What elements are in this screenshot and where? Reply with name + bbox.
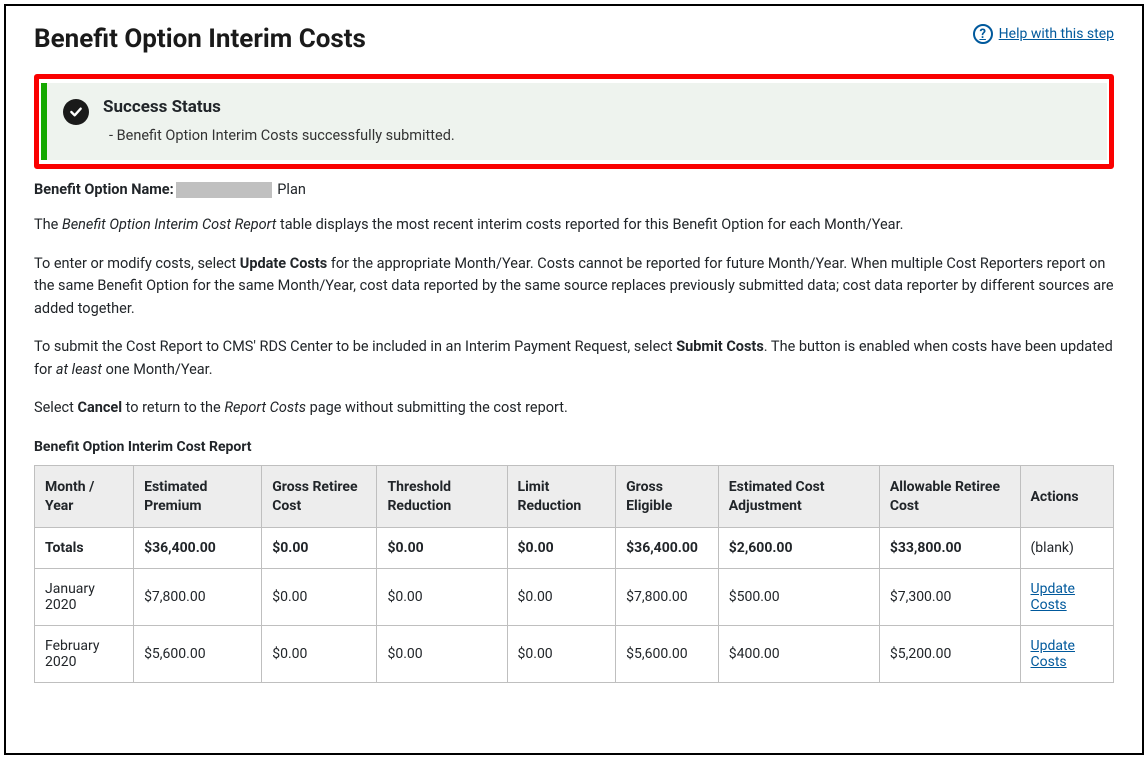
paragraph-3: To submit the Cost Report to CMS' RDS Ce…: [34, 336, 1114, 381]
table-caption: Benefit Option Interim Cost Report: [34, 439, 1114, 455]
cell-threshold: $0.00: [377, 568, 507, 625]
col-actions: Actions: [1020, 466, 1113, 527]
cell-threshold: $0.00: [377, 625, 507, 682]
cell-totals-actions: (blank): [1020, 527, 1113, 568]
col-threshold-reduction: Threshold Reduction: [377, 466, 507, 527]
table-row: February 2020 $5,600.00 $0.00 $0.00 $0.0…: [35, 625, 1114, 682]
cell-allowable: $5,200.00: [879, 625, 1020, 682]
benefit-option-suffix: Plan: [274, 181, 306, 198]
alert-title: Success Status: [103, 97, 1091, 117]
cell-totals-gross-retiree: $0.00: [262, 527, 377, 568]
cell-totals-est-cost-adj: $2,600.00: [718, 527, 879, 568]
col-month-year: Month / Year: [35, 466, 134, 527]
cell-totals-allowable: $33,800.00: [879, 527, 1020, 568]
cell-totals-limit: $0.00: [507, 527, 616, 568]
cell-gross-eligible: $7,800.00: [616, 568, 719, 625]
header-row: Benefit Option Interim Costs ? Help with…: [34, 24, 1114, 54]
cell-totals-gross-eligible: $36,400.00: [616, 527, 719, 568]
cell-limit: $0.00: [507, 625, 616, 682]
cell-month-year: January 2020: [35, 568, 134, 625]
help-icon: ?: [973, 24, 993, 44]
update-costs-link[interactable]: Update Costs: [1031, 581, 1075, 613]
checkmark-icon: [63, 99, 89, 125]
col-estimated-cost-adjustment: Estimated Cost Adjustment: [718, 466, 879, 527]
cell-gross-retiree: $0.00: [262, 625, 377, 682]
col-estimated-premium: Estimated Premium: [134, 466, 262, 527]
help-link[interactable]: ? Help with this step: [973, 24, 1114, 44]
col-limit-reduction: Limit Reduction: [507, 466, 616, 527]
cell-est-premium: $7,800.00: [134, 568, 262, 625]
table-header-row: Month / Year Estimated Premium Gross Ret…: [35, 466, 1114, 527]
alert-message: Benefit Option Interim Costs successfull…: [103, 127, 1091, 144]
cell-est-premium: $5,600.00: [134, 625, 262, 682]
alert-highlight: Success Status Benefit Option Interim Co…: [34, 74, 1114, 169]
cell-totals-est-premium: $36,400.00: [134, 527, 262, 568]
table-row-totals: Totals $36,400.00 $0.00 $0.00 $0.00 $36,…: [35, 527, 1114, 568]
cell-gross-retiree: $0.00: [262, 568, 377, 625]
table-row: January 2020 $7,800.00 $0.00 $0.00 $0.00…: [35, 568, 1114, 625]
cell-allowable: $7,300.00: [879, 568, 1020, 625]
page-container: Benefit Option Interim Costs ? Help with…: [4, 4, 1144, 755]
redacted-name: [176, 182, 272, 198]
benefit-option-name-row: Benefit Option Name: Plan: [34, 181, 1114, 198]
paragraph-2: To enter or modify costs, select Update …: [34, 253, 1114, 320]
cell-est-cost-adj: $400.00: [718, 625, 879, 682]
cell-gross-eligible: $5,600.00: [616, 625, 719, 682]
col-allowable-retiree-cost: Allowable Retiree Cost: [879, 466, 1020, 527]
col-gross-retiree-cost: Gross Retiree Cost: [262, 466, 377, 527]
cell-limit: $0.00: [507, 568, 616, 625]
benefit-option-label: Benefit Option Name:: [34, 181, 174, 198]
cell-est-cost-adj: $500.00: [718, 568, 879, 625]
cell-month-year: February 2020: [35, 625, 134, 682]
success-alert: Success Status Benefit Option Interim Co…: [41, 83, 1107, 160]
paragraph-1: The Benefit Option Interim Cost Report t…: [34, 214, 1114, 236]
interim-cost-report-table: Month / Year Estimated Premium Gross Ret…: [34, 465, 1114, 682]
cell-totals-label: Totals: [35, 527, 134, 568]
paragraph-4: Select Cancel to return to the Report Co…: [34, 397, 1114, 419]
page-title: Benefit Option Interim Costs: [34, 24, 366, 54]
help-label: Help with this step: [999, 26, 1114, 42]
cell-totals-threshold: $0.00: [377, 527, 507, 568]
update-costs-link[interactable]: Update Costs: [1031, 638, 1075, 670]
alert-content: Success Status Benefit Option Interim Co…: [103, 97, 1091, 144]
col-gross-eligible: Gross Eligible: [616, 466, 719, 527]
